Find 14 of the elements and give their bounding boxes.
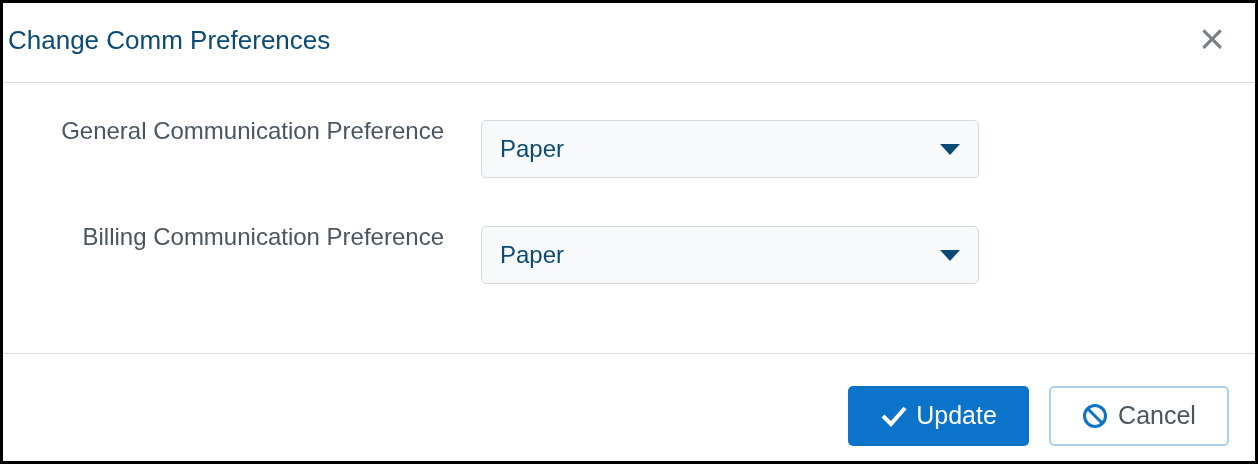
field-label: General Communication Preference — [60, 116, 444, 146]
select-field[interactable]: Paper — [481, 226, 979, 284]
dialog-title: Change Comm Preferences — [8, 24, 331, 57]
check-icon — [880, 405, 909, 427]
dropdown-caret-icon — [940, 249, 960, 261]
close-button[interactable]: × — [1199, 16, 1225, 61]
prohibited-icon — [1082, 403, 1109, 429]
field-label: Billing Communication Preference — [81, 222, 444, 252]
cancel-button[interactable]: Cancel — [1049, 386, 1229, 446]
select-field[interactable]: Paper — [481, 120, 979, 178]
select-value: Paper — [500, 134, 565, 164]
dropdown-caret-icon — [940, 143, 960, 155]
select-value: Paper — [500, 240, 565, 270]
update-button[interactable]: Update — [848, 386, 1029, 446]
